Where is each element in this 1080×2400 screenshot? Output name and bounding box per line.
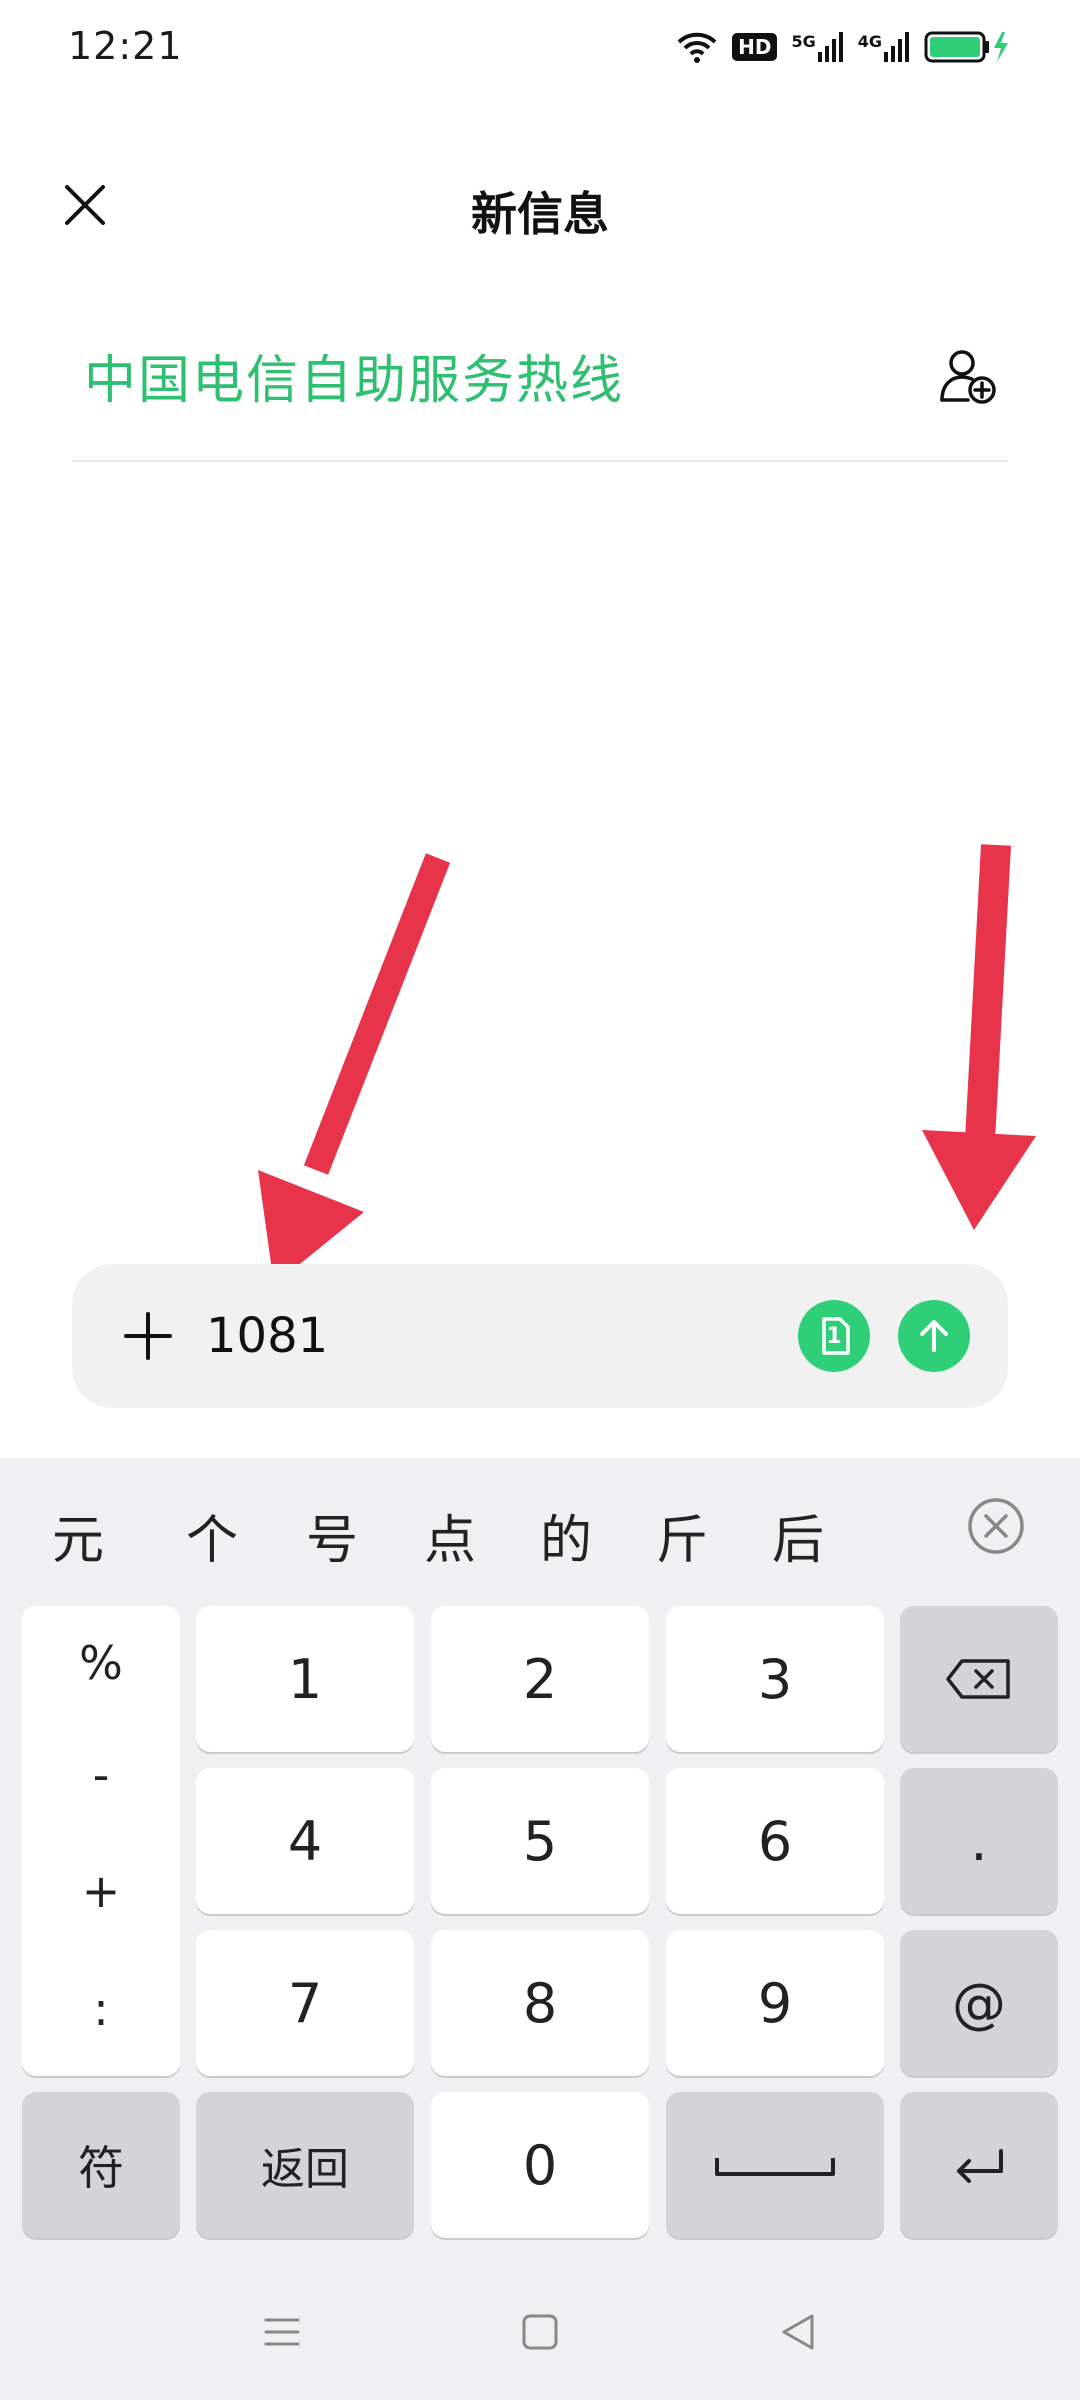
keyboard: 元 个 号 点 的 斤 后 % - + : 1 2 3 4 5 6 . 7 8 … (0, 1458, 1080, 2400)
nav-home-button[interactable] (510, 2302, 570, 2362)
dot-key[interactable]: . (900, 1768, 1058, 1914)
network-5g-label: 5G (791, 32, 816, 51)
plus-icon (124, 1312, 172, 1360)
status-bar: 12:21 HD 5G 4G (0, 0, 1080, 100)
symbol-key[interactable]: : (22, 1982, 180, 2036)
key-2[interactable]: 2 (431, 1606, 649, 1752)
signal-bars-icon (884, 32, 909, 62)
navigation-bar (0, 2262, 1080, 2400)
key-0[interactable]: 0 (431, 2092, 649, 2238)
add-contact-icon (940, 350, 996, 404)
candidate-word[interactable]: 号 (306, 1498, 358, 1573)
arrow-left (258, 853, 451, 1285)
arrow-right (922, 844, 1036, 1230)
symbol-key[interactable]: + (22, 1864, 180, 1918)
back-key[interactable]: 返回 (196, 2092, 414, 2238)
nav-menu-button[interactable] (252, 2302, 312, 2362)
nav-back-button[interactable] (768, 2302, 828, 2362)
menu-icon (264, 2318, 300, 2346)
enter-icon (957, 2149, 1003, 2183)
status-icons: HD 5G 4G (676, 30, 1010, 64)
battery-charging-icon (924, 31, 1008, 63)
wifi-icon (677, 32, 717, 63)
recipient-name[interactable]: 中国电信自助服务热线 (84, 338, 624, 413)
send-button[interactable] (898, 1300, 970, 1372)
candidate-bar: 元 个 号 点 的 斤 后 (0, 1458, 1080, 1598)
candidate-word[interactable]: 个 (186, 1498, 238, 1573)
status-time: 12:21 (68, 24, 183, 68)
key-9[interactable]: 9 (666, 1930, 884, 2076)
key-1[interactable]: 1 (196, 1606, 414, 1752)
sim-select-button[interactable]: 1 (798, 1300, 870, 1372)
home-square-icon (522, 2314, 558, 2350)
symbol-key[interactable]: % (22, 1636, 180, 1690)
message-input[interactable]: 1081 (206, 1308, 328, 1364)
send-arrow-icon (920, 1320, 948, 1352)
candidate-word[interactable]: 点 (424, 1498, 476, 1573)
key-8[interactable]: 8 (431, 1930, 649, 2076)
symbol-key[interactable]: - (22, 1748, 180, 1802)
signal-bars-icon (817, 32, 843, 62)
key-5[interactable]: 5 (431, 1768, 649, 1914)
symbol-column: % - + : (22, 1606, 180, 2076)
close-candidates-icon[interactable] (966, 1496, 1026, 1556)
network-4g-label: 4G (857, 32, 882, 51)
candidate-word[interactable]: 后 (772, 1498, 824, 1573)
candidate-word[interactable]: 的 (540, 1498, 592, 1573)
candidate-word[interactable]: 斤 (656, 1498, 708, 1573)
key-7[interactable]: 7 (196, 1930, 414, 2076)
hd-badge: HD (732, 33, 778, 61)
enter-key[interactable] (900, 2092, 1058, 2238)
back-triangle-icon (782, 2314, 814, 2350)
space-icon (715, 2158, 835, 2176)
backspace-key[interactable] (900, 1606, 1058, 1752)
candidate-word[interactable]: 元 (52, 1498, 104, 1573)
at-key[interactable]: @ (900, 1930, 1058, 2076)
add-contact-button[interactable] (928, 336, 1008, 416)
page-title: 新信息 (471, 187, 609, 241)
recipient-field[interactable]: 中国电信自助服务热线 (72, 320, 1008, 462)
space-key[interactable] (666, 2092, 884, 2238)
signal-5g-indicator: 5G (791, 32, 843, 62)
compose-bar: 1081 1 (72, 1264, 1008, 1408)
key-6[interactable]: 6 (666, 1768, 884, 1914)
key-4[interactable]: 4 (196, 1768, 414, 1914)
attach-button[interactable] (112, 1300, 184, 1372)
backspace-icon (946, 1659, 1010, 1699)
header: 新信息 (0, 150, 1080, 260)
symbol-toggle-key[interactable]: 符 (22, 2092, 180, 2238)
signal-4g-indicator: 4G (858, 32, 910, 62)
sim-number: 1 (826, 1323, 842, 1349)
key-3[interactable]: 3 (666, 1606, 884, 1752)
